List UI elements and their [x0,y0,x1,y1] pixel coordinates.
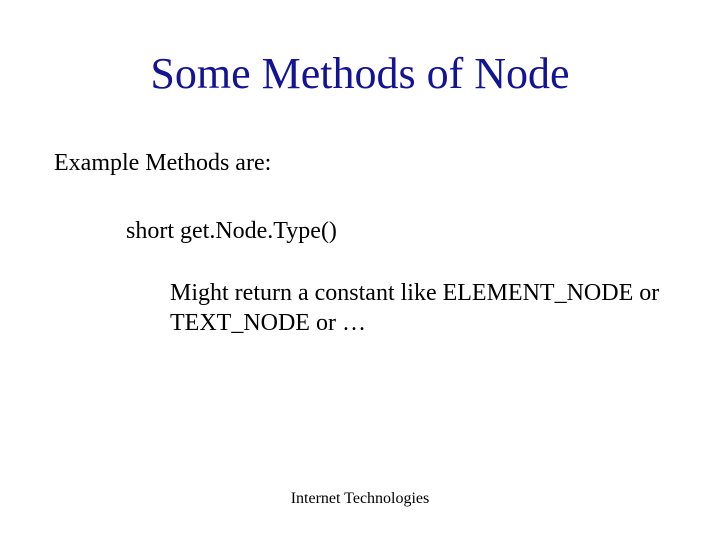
method-description: Might return a constant like ELEMENT_NOD… [170,278,660,338]
slide-title: Some Methods of Node [0,48,720,99]
slide: Some Methods of Node Example Methods are… [0,0,720,540]
slide-footer: Internet Technologies [0,490,720,508]
slide-subtitle: Example Methods are: [54,150,271,177]
method-signature: short get.Node.Type() [126,218,337,245]
